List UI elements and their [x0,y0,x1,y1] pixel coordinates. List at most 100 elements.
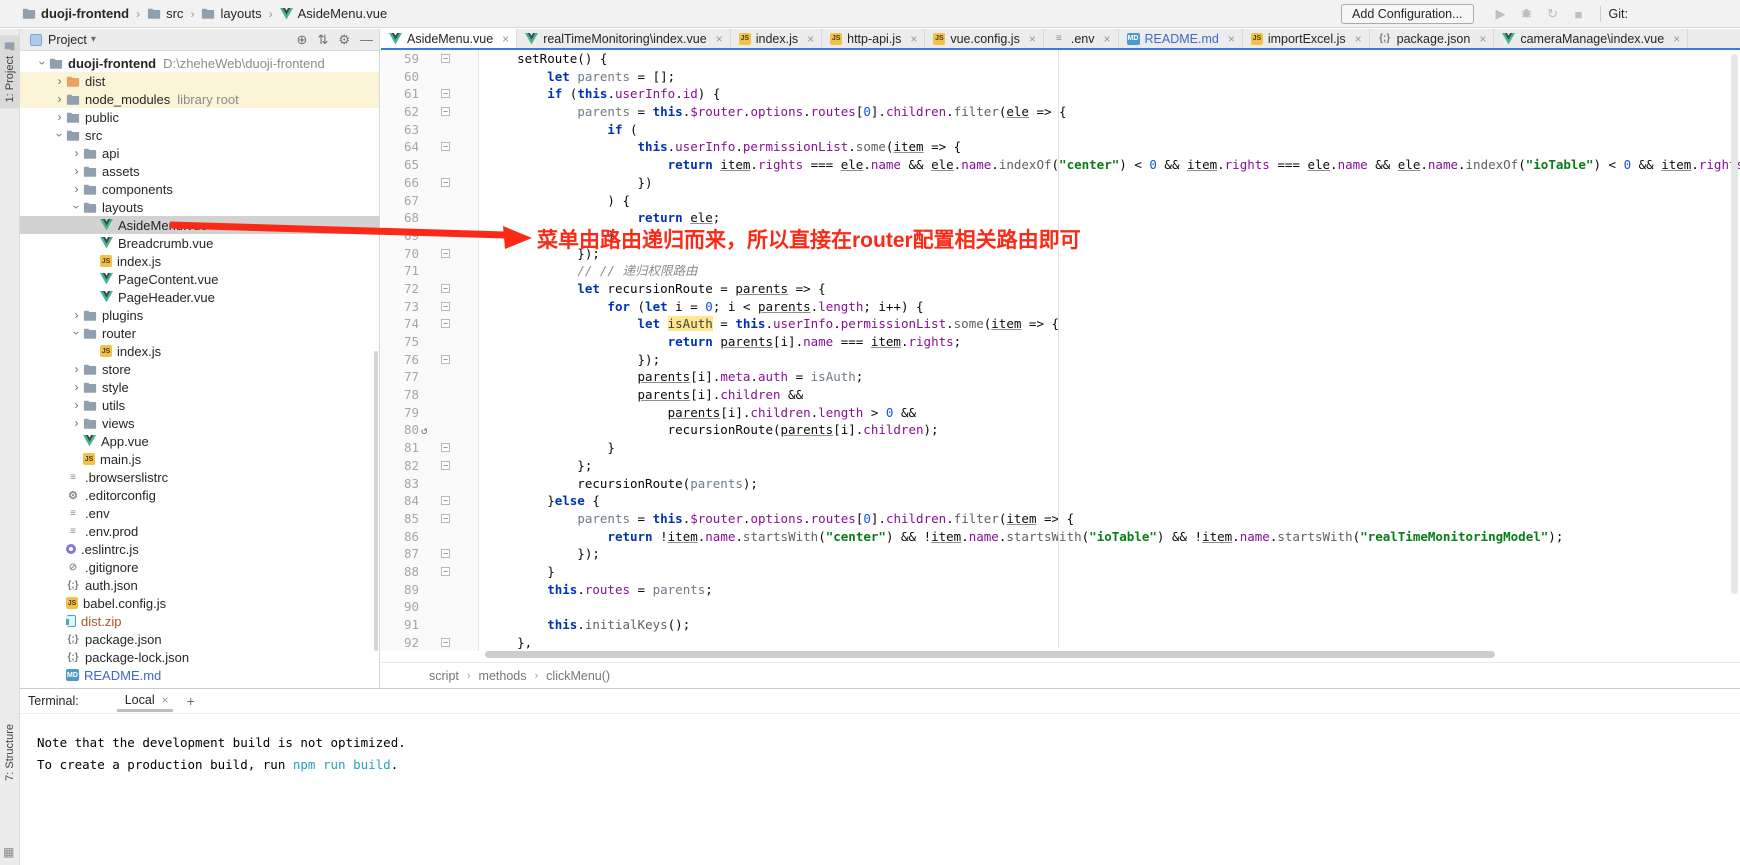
editor-tab-cameramanage-index-vue[interactable]: cameraManage\index.vue× [1494,29,1688,48]
recursive-call-icon[interactable]: ↺ [421,422,428,440]
close-icon[interactable]: × [1355,32,1362,46]
editor-breadcrumb-item[interactable]: script [429,669,459,683]
chevron-collapsed-icon[interactable]: › [70,182,83,196]
locate-file-icon[interactable]: ⊕ [297,32,308,48]
tree-item-store[interactable]: ›store [20,360,379,378]
editor-tab-vue-config-js[interactable]: JSvue.config.js× [925,29,1044,48]
tree-item-public[interactable]: ›public [20,108,379,126]
chevron-collapsed-icon[interactable]: › [53,74,66,88]
close-icon[interactable]: × [502,32,509,46]
tree-item-index-js[interactable]: JSindex.js [20,342,379,360]
tree-item-package-json[interactable]: {;}package.json [20,630,379,648]
editor-tab-realtimemonitoring-index-vue[interactable]: realTimeMonitoring\index.vue× [517,29,731,48]
chevron-collapsed-icon[interactable]: › [70,146,83,160]
breadcrumb-item[interactable]: layouts [201,6,261,21]
tree-item-breadcrumb-vue[interactable]: Breadcrumb.vue [20,234,379,252]
fold-marker[interactable]: − [441,54,450,63]
code-area[interactable]: 59− setRoute() {60 let parents = [];61− … [381,50,1740,662]
code-text[interactable]: }); [479,245,600,263]
tree-item-node-modules[interactable]: ›node_moduleslibrary root [20,90,379,108]
tree-item-style[interactable]: ›style [20,378,379,396]
tree-item-dist[interactable]: ›dist [20,72,379,90]
code-text[interactable]: return item.rights === ele.name && ele.n… [479,156,1740,174]
code-text[interactable]: }, [479,634,532,652]
code-text[interactable]: recursionRoute(parents[i].children); [479,421,939,439]
fold-marker[interactable]: − [441,638,450,647]
run-icon[interactable]: ▶ [1488,6,1514,22]
fold-marker[interactable]: − [441,142,450,151]
close-icon[interactable]: × [1228,32,1235,46]
close-icon[interactable]: × [162,693,169,707]
tree-item-api[interactable]: ›api [20,144,379,162]
code-text[interactable]: } [479,439,615,457]
hide-panel-icon[interactable]: — [360,32,373,47]
fold-marker[interactable]: − [441,89,450,98]
chevron-collapsed-icon[interactable]: › [70,398,83,412]
close-icon[interactable]: × [807,32,814,46]
chevron-collapsed-icon[interactable]: › [70,416,83,430]
fold-marker[interactable]: − [441,355,450,364]
chevron-expanded-icon[interactable]: › [53,129,67,142]
tree-item-layouts[interactable]: ›layouts [20,198,379,216]
debug-icon[interactable] [1514,6,1540,22]
code-text[interactable]: }; [479,457,592,475]
tree-item-views[interactable]: ›views [20,414,379,432]
editor-tab-index-js[interactable]: JSindex.js× [731,29,822,48]
tree-item-main-js[interactable]: JSmain.js [20,450,379,468]
tree-item-index-js[interactable]: JSindex.js [20,252,379,270]
breadcrumb-item[interactable]: duoji-frontend [22,6,129,21]
fold-marker[interactable]: − [441,496,450,505]
code-text[interactable] [479,598,487,616]
git-label[interactable]: Git: [1609,7,1628,21]
breadcrumb-item[interactable]: src [147,6,183,21]
code-text[interactable]: }); [479,351,660,369]
editor-tab-importexcel-js[interactable]: JSimportExcel.js× [1243,29,1370,48]
stop-icon[interactable]: ■ [1566,7,1592,22]
terminal-tab-local[interactable]: Local × [117,690,173,712]
close-icon[interactable]: × [1103,32,1110,46]
terminal-output[interactable]: Note that the development build is not o… [20,714,1740,776]
code-text[interactable]: for (let i = 0; i < parents.length; i++)… [479,298,924,316]
editor-tab-package-json[interactable]: {;}package.json× [1370,29,1495,48]
chevron-expanded-icon[interactable]: › [36,57,50,70]
fold-marker[interactable]: − [441,514,450,523]
code-text[interactable]: return parents[i].name === item.rights; [479,333,961,351]
chevron-collapsed-icon[interactable]: › [70,380,83,394]
chevron-expanded-icon[interactable]: › [70,201,84,214]
editor-tab--env[interactable]: ≡.env× [1044,29,1119,48]
tree-item--env[interactable]: ≡.env [20,504,379,522]
fold-marker[interactable]: − [441,302,450,311]
chevron-expanded-icon[interactable]: › [70,327,84,340]
editor-breadcrumb-item[interactable]: methods [479,669,527,683]
close-icon[interactable]: × [1029,32,1036,46]
tree-item-app-vue[interactable]: App.vue [20,432,379,450]
fold-marker[interactable]: − [441,249,450,258]
close-icon[interactable]: × [1479,32,1486,46]
code-text[interactable]: // // 递归权限路由 [479,262,697,280]
new-terminal-icon[interactable]: + [187,693,195,709]
chevron-down-icon[interactable]: ▾ [91,34,96,45]
code-text[interactable]: if ( [479,121,638,139]
collapse-all-icon[interactable]: ⇅ [317,32,328,48]
editor-tab-readme-md[interactable]: MDREADME.md× [1119,29,1243,48]
code-text[interactable]: recursionRoute(parents); [479,475,758,493]
tool-tab-project[interactable]: 1: Project [0,35,20,108]
code-text[interactable]: ) { [479,192,630,210]
chevron-collapsed-icon[interactable]: › [53,110,66,124]
tree-item--browserslistrc[interactable]: ≡.browserslistrc [20,468,379,486]
tree-item-plugins[interactable]: ›plugins [20,306,379,324]
code-text[interactable]: return ele; [479,209,720,227]
code-text[interactable]: let isAuth = this.userInfo.permissionLis… [479,315,1059,333]
chevron-collapsed-icon[interactable]: › [70,164,83,178]
fold-marker[interactable]: − [441,319,450,328]
tree-item-assets[interactable]: ›assets [20,162,379,180]
code-text[interactable]: }); [479,545,600,563]
code-text[interactable]: parents[i].meta.auth = isAuth; [479,368,863,386]
tree-scrollbar[interactable] [374,351,378,651]
tree-item-router[interactable]: ›router [20,324,379,342]
tree-item-duoji-frontend[interactable]: ›duoji-frontendD:\zheheWeb\duoji-fronten… [20,54,379,72]
fold-marker[interactable]: − [441,461,450,470]
fold-marker[interactable]: − [441,107,450,116]
code-text[interactable]: this.initialKeys(); [479,616,690,634]
editor-tab-asidemenu-vue[interactable]: AsideMenu.vue× [381,29,517,48]
